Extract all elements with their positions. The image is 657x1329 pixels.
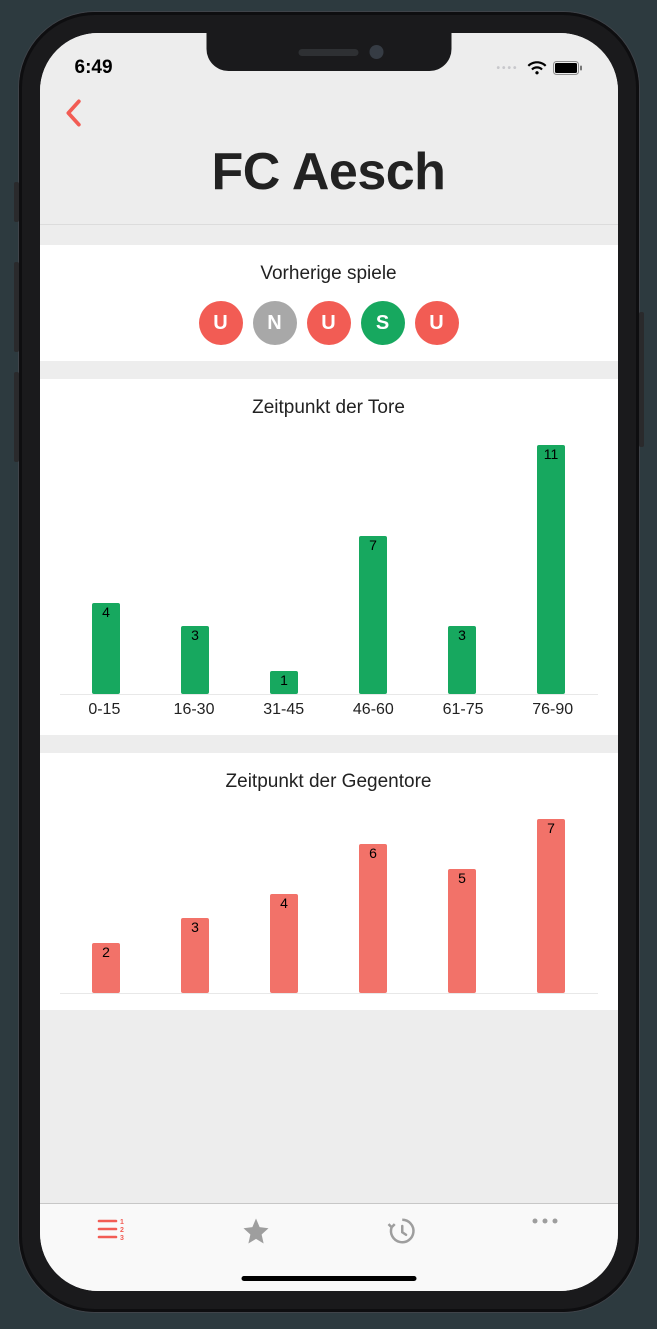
screen: 6:49 •••• FC Aesch Vorherige spiele UNUS… xyxy=(40,33,618,1291)
bar-column: 11 xyxy=(507,445,596,694)
bar-column: 3 xyxy=(151,819,240,993)
svg-text:2: 2 xyxy=(120,1227,124,1234)
svg-text:3: 3 xyxy=(120,1235,124,1242)
home-indicator[interactable] xyxy=(241,1276,416,1281)
svg-text:1: 1 xyxy=(120,1219,124,1226)
goals-scored-title: Zeitpunkt der Tore xyxy=(60,397,598,419)
notch-camera xyxy=(369,45,383,59)
goals-scored-chart: 4317311 0-1516-3031-4546-6061-7576-90 xyxy=(60,435,598,719)
battery-icon xyxy=(553,61,583,75)
phone-device-frame: 6:49 •••• FC Aesch Vorherige spiele UNUS… xyxy=(19,12,639,1312)
chart-x-axis: 0-1516-3031-4546-6061-7576-90 xyxy=(60,701,598,719)
x-tick-label: 31-45 xyxy=(239,701,329,719)
bar: 3 xyxy=(181,626,209,694)
goals-scored-chart-card: Zeitpunkt der Tore 4317311 0-1516-3031-4… xyxy=(40,379,618,735)
bar: 3 xyxy=(448,626,476,694)
bar-column: 4 xyxy=(240,819,329,993)
goals-conceded-title: Zeitpunkt der Gegentore xyxy=(60,771,598,793)
status-time: 6:49 xyxy=(75,57,113,79)
goals-conceded-chart: 2 34657 xyxy=(60,809,598,994)
x-tick-label: 76-90 xyxy=(508,701,598,719)
goals-conceded-chart-card: Zeitpunkt der Gegentore 2 34657 xyxy=(40,753,618,1010)
bar: 2 xyxy=(92,943,120,993)
bar-column: 5 xyxy=(418,819,507,993)
previous-games-card: Vorherige spiele UNUSU xyxy=(40,245,618,361)
content-scroll[interactable]: Vorherige spiele UNUSU Zeitpunkt der Tor… xyxy=(40,225,618,1203)
notch-speaker xyxy=(299,49,359,56)
side-button-silent xyxy=(14,182,19,222)
form-badge[interactable]: N xyxy=(253,301,297,345)
tab-more[interactable] xyxy=(473,1216,618,1226)
bar-column: 6 xyxy=(329,819,418,993)
x-tick-label: 0-15 xyxy=(60,701,150,719)
x-tick-label: 46-60 xyxy=(329,701,419,719)
bar: 6 xyxy=(359,844,387,993)
bar-column: 3 xyxy=(151,445,240,694)
form-badges-row: UNUSU xyxy=(60,301,598,345)
back-button[interactable] xyxy=(64,99,82,132)
bar: 7 xyxy=(537,819,565,993)
bar: 3 xyxy=(181,918,209,993)
page-title: FC Aesch xyxy=(62,142,596,202)
form-badge[interactable]: U xyxy=(307,301,351,345)
wifi-icon xyxy=(527,60,547,76)
side-button-power xyxy=(639,312,644,447)
bar-column: 4 xyxy=(62,445,151,694)
tab-rankings[interactable]: 123 xyxy=(40,1216,185,1242)
bar-column: 7 xyxy=(329,445,418,694)
tab-favorites[interactable] xyxy=(184,1216,329,1246)
form-badge[interactable]: U xyxy=(199,301,243,345)
bar-column: 7 xyxy=(507,819,596,993)
form-badge[interactable]: U xyxy=(415,301,459,345)
bar-column: 3 xyxy=(418,445,507,694)
side-button-volume-up xyxy=(14,262,19,352)
bar: 4 xyxy=(270,894,298,993)
bar: 5 xyxy=(448,869,476,993)
tab-history[interactable] xyxy=(329,1216,474,1246)
x-tick-label: 16-30 xyxy=(149,701,239,719)
bar-column: 1 xyxy=(240,445,329,694)
notch xyxy=(206,33,451,71)
bar: 11 xyxy=(537,445,565,694)
form-badge[interactable]: S xyxy=(361,301,405,345)
x-tick-label: 61-75 xyxy=(418,701,508,719)
previous-games-title: Vorherige spiele xyxy=(60,263,598,285)
chart-bars: 2 34657 xyxy=(60,819,598,994)
bar: 4 xyxy=(92,603,120,694)
bar-column: 2 xyxy=(62,819,151,993)
header: FC Aesch xyxy=(40,91,618,225)
cellular-signal-icon: •••• xyxy=(496,63,518,74)
chart-bars: 4317311 xyxy=(60,445,598,695)
side-button-volume-down xyxy=(14,372,19,462)
bar: 1 xyxy=(270,671,298,694)
bar: 7 xyxy=(359,536,387,694)
